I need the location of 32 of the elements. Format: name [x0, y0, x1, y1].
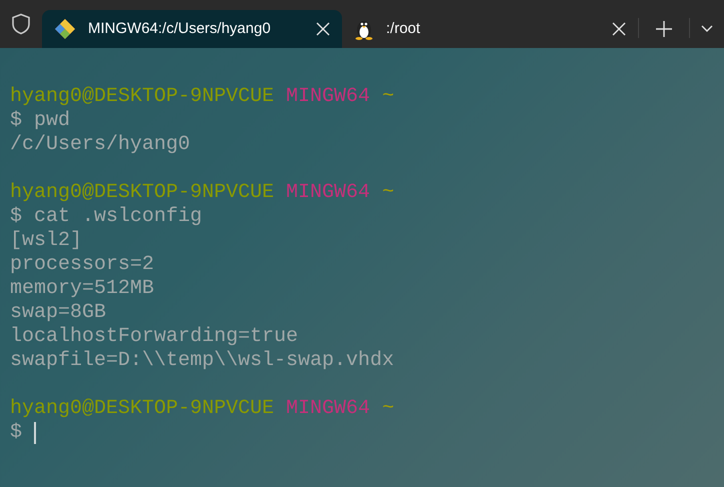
prompt-shell: MINGW64 [286, 397, 370, 421]
chevron-down-icon[interactable] [701, 25, 713, 33]
prompt-user: hyang0@DESKTOP-9NPVCUE [10, 397, 274, 421]
shield-icon[interactable] [11, 13, 31, 35]
prompt-sign: $ [10, 109, 22, 133]
prompt-path: ~ [382, 181, 394, 205]
command-text: pwd [34, 109, 70, 133]
prompt-user: hyang0@DESKTOP-9NPVCUE [10, 181, 274, 205]
output-text: swap=8GB [10, 301, 106, 325]
prompt-path: ~ [382, 85, 394, 109]
diamond-logo-icon [54, 18, 76, 40]
prompt-path: ~ [382, 397, 394, 421]
prompt-sign: $ [10, 205, 22, 229]
output-text: /c/Users/hyang0 [10, 133, 190, 157]
prompt-shell: MINGW64 [286, 181, 370, 205]
tab-title: :/root [386, 18, 422, 39]
command-text: cat .wslconfig [34, 205, 202, 229]
prompt-shell: MINGW64 [286, 85, 370, 109]
output-text: [wsl2] [10, 229, 82, 253]
prompt-sign: $ [10, 421, 22, 445]
prompt-user: hyang0@DESKTOP-9NPVCUE [10, 85, 274, 109]
close-icon[interactable] [316, 22, 330, 36]
output-text: swapfile=D:\\temp\\wsl-swap.vhdx [10, 349, 394, 373]
output-text: memory=512MB [10, 277, 154, 301]
penguin-icon [354, 18, 374, 40]
output-text: processors=2 [10, 253, 154, 277]
plus-icon[interactable] [656, 21, 672, 37]
tab[interactable]: MINGW64:/c/Users/hyang0 [42, 10, 342, 48]
tab-title: MINGW64:/c/Users/hyang0 [88, 18, 272, 39]
close-icon[interactable] [612, 22, 626, 36]
tab[interactable]: :/root [342, 10, 638, 48]
output-text: localhostForwarding=true [10, 325, 298, 349]
